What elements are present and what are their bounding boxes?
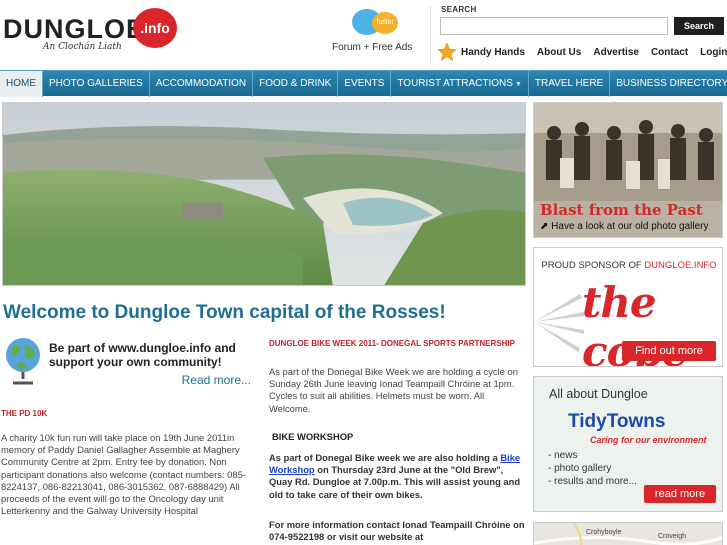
nav-tourist-attractions[interactable]: TOURIST ATTRACTIONS ▼ <box>391 70 529 97</box>
logo-wordmark: DUNGLOE <box>3 14 145 44</box>
page-title: Welcome to Dungloe Town capital of the R… <box>3 302 446 323</box>
header-divider <box>430 6 431 62</box>
list-item: - results and more... <box>548 476 637 487</box>
map-roads <box>534 523 722 545</box>
about-us-link[interactable]: About Us <box>537 47 581 58</box>
forum-link[interactable]: hello! Forum + Free Ads <box>332 6 412 62</box>
bike-workshop-body: As part of Donegal Bike week we are also… <box>269 452 521 500</box>
pd-10k-body: A charity 10k fun run will take place on… <box>1 432 246 517</box>
bike-workshop-heading: BIKE WORKSHOP <box>272 431 354 442</box>
read-more-link[interactable]: Read more... <box>182 373 251 387</box>
blast-title: Blast from the Past <box>540 201 703 219</box>
nav-travel-here[interactable]: TRAVEL HERE <box>529 70 611 97</box>
nav-photo-galleries[interactable]: PHOTO GALLERIES <box>43 70 150 97</box>
contact-info: For more information contact Ionad Teamp… <box>269 519 525 543</box>
globe-icon <box>6 338 40 385</box>
chevron-down-icon: ▼ <box>514 80 522 88</box>
nav-accommodation[interactable]: ACCOMMODATION <box>150 70 254 97</box>
nav-home[interactable]: HOME <box>0 70 43 97</box>
advertise-link[interactable]: Advertise <box>593 47 639 58</box>
contact-link[interactable]: Contact <box>651 47 688 58</box>
star-icon <box>437 42 457 62</box>
login-link[interactable]: Login <box>700 47 727 58</box>
forum-label: Forum + Free Ads <box>332 42 413 53</box>
blast-from-past-banner[interactable]: Blast from the Past ⬈ Have a look at our… <box>533 102 723 238</box>
blast-subtitle: ⬈ Have a look at our old photo gallery <box>540 221 709 232</box>
logo-tagline: An Clochán Liath <box>43 42 122 52</box>
map-label-crohyboyle: Crohyboyle <box>586 529 622 536</box>
sponsor-text: PROUD SPONSOR OF DUNGLOE.INFO <box>541 260 717 271</box>
logo-info-badge: .info <box>133 8 177 48</box>
promo-text: Be part of www.dungloe.info and support … <box>49 341 236 369</box>
main-nav: HOME PHOTO GALLERIES ACCOMMODATION FOOD … <box>0 70 727 97</box>
site-header: DUNGLOE .info An Clochán Liath hello! Fo… <box>0 0 727 68</box>
pd-10k-heading: THE PD 10K <box>1 409 48 418</box>
old-photo-image <box>534 103 722 201</box>
speech-bubbles-icon: hello! <box>342 6 402 38</box>
the-cope-ad[interactable]: PROUD SPONSOR OF DUNGLOE.INFO the cope F… <box>533 247 723 367</box>
tidy-title: All about Dungloe <box>549 387 648 401</box>
tidy-towns-banner[interactable]: All about Dungloe TidyTowns Caring for o… <box>533 376 723 512</box>
tidy-tagline: Caring for our environment <box>590 435 707 445</box>
nav-business-directory[interactable]: BUSINESS DIRECTORY▼ <box>610 71 727 97</box>
search-input[interactable] <box>440 17 668 35</box>
top-links: Handy Hands About Us Advertise Contact L… <box>437 42 727 62</box>
bike-week-heading: DUNGLOE BIKE WEEK 2011- DONEGAL SPORTS P… <box>269 339 515 348</box>
search-button[interactable]: Search <box>674 17 724 35</box>
list-item: - news <box>548 450 578 461</box>
nav-events[interactable]: EVENTS <box>338 70 392 97</box>
search-label: SEARCH <box>441 5 477 14</box>
tidy-list: - news - photo gallery - results and mor… <box>548 449 637 488</box>
hero-landscape-image <box>2 102 526 286</box>
bike-week-body: As part of the Donegal Bike Week we are … <box>269 366 518 414</box>
nav-food-drink[interactable]: FOOD & DRINK <box>253 70 339 97</box>
map-label-croveigh: Croveigh <box>658 533 687 540</box>
community-promo[interactable]: Be part of www.dungloe.info and support … <box>3 335 255 393</box>
read-more-button[interactable]: read more <box>644 485 716 503</box>
list-item: - photo gallery <box>548 463 612 474</box>
site-logo[interactable]: DUNGLOE .info An Clochán Liath <box>3 8 178 58</box>
location-map[interactable]: Crohyboyle Croveigh <box>533 522 723 545</box>
find-out-more-button[interactable]: Find out more <box>622 341 716 361</box>
tidy-towns-logo: TidyTowns <box>568 411 666 432</box>
arrow-icon: ⬈ <box>540 221 552 232</box>
handy-hands-link[interactable]: Handy Hands <box>461 47 525 58</box>
